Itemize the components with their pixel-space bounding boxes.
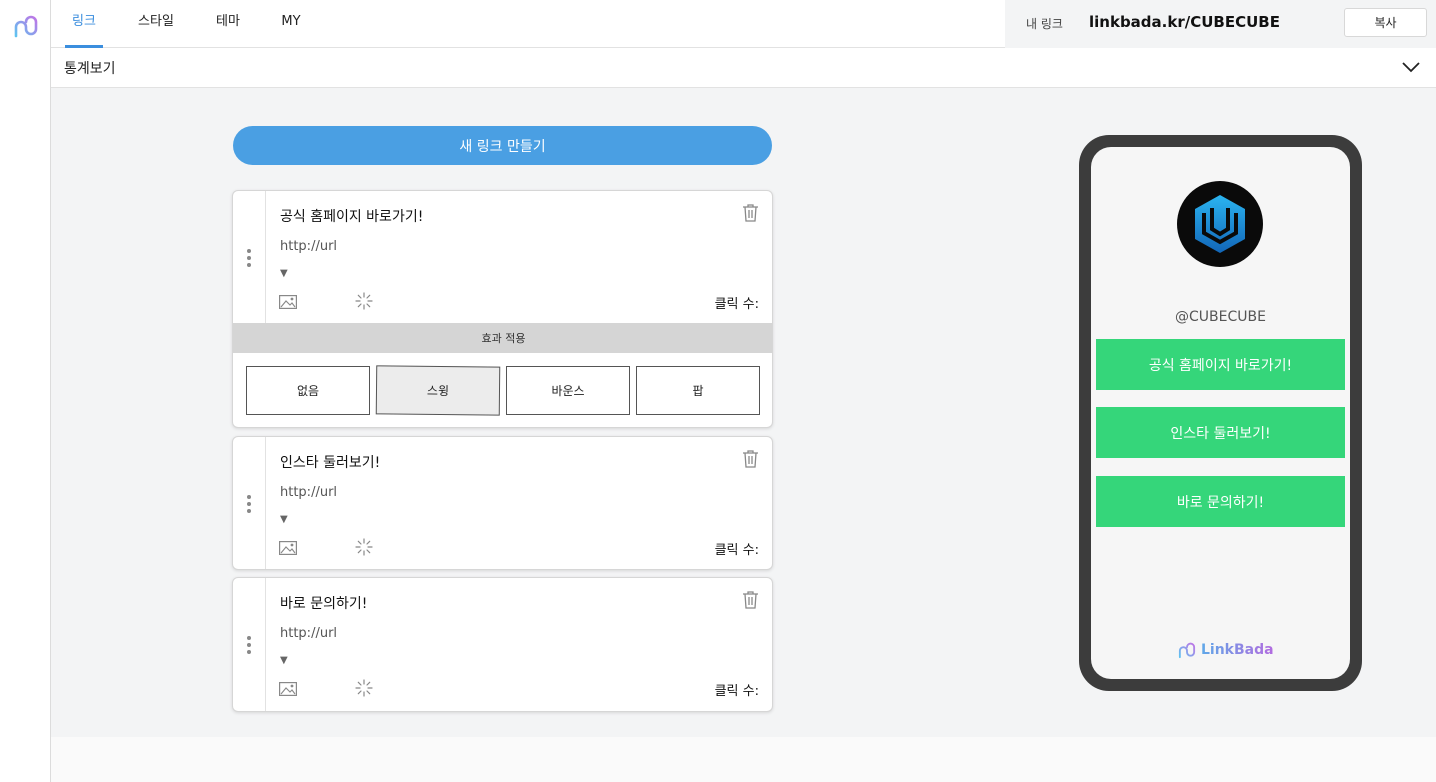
preview-link-button[interactable]: 인스타 둘러보기! (1096, 407, 1345, 458)
phone-preview: @CUBECUBE 공식 홈페이지 바로가기! 인스타 둘러보기! 바로 문의하… (1079, 135, 1362, 691)
click-count: 클릭 수: (714, 543, 759, 558)
effect-sparkle-icon[interactable] (355, 679, 373, 697)
drag-handle[interactable] (233, 578, 266, 711)
brand-name: LinkBada (1201, 642, 1274, 658)
stats-label: 통계보기 (64, 61, 116, 77)
link-url-input[interactable]: http://url (280, 485, 337, 500)
link-title[interactable]: 인스타 둘러보기! (280, 452, 380, 472)
my-link-label: 내 링크 (1026, 17, 1063, 31)
my-link-url: linkbada.kr/CUBECUBE (1089, 13, 1280, 31)
effect-pop-button[interactable]: 팝 (636, 366, 760, 415)
tab-style[interactable]: 스타일 (133, 0, 179, 48)
effect-bounce-button[interactable]: 바운스 (506, 366, 630, 415)
linkbada-logo-icon[interactable] (12, 12, 40, 40)
drag-handle[interactable] (233, 191, 266, 323)
image-icon[interactable] (279, 295, 297, 309)
link-url-input[interactable]: http://url (280, 626, 337, 641)
brand-footer: LinkBada (1177, 639, 1274, 661)
expand-triangle-icon[interactable]: ▼ (280, 655, 288, 666)
link-card: 공식 홈페이지 바로가기! http://url ▼ 클릭 수: 효과 적용 없… (232, 190, 773, 428)
stats-toggle[interactable]: 통계보기 (51, 48, 1436, 88)
click-count: 클릭 수: (714, 684, 759, 699)
effect-none-button[interactable]: 없음 (246, 366, 370, 415)
image-icon[interactable] (279, 682, 297, 696)
link-title[interactable]: 공식 홈페이지 바로가기! (280, 206, 423, 226)
phone-screen: @CUBECUBE 공식 홈페이지 바로가기! 인스타 둘러보기! 바로 문의하… (1091, 147, 1350, 679)
trash-icon[interactable] (742, 590, 759, 609)
linkbada-logo-icon (1178, 642, 1196, 659)
top-nav: 링크 스타일 테마 MY 내 링크 linkbada.kr/CUBECUBE 복… (51, 0, 1436, 48)
effect-sparkle-icon[interactable] (355, 292, 373, 310)
trash-icon[interactable] (742, 449, 759, 468)
sidebar (0, 0, 51, 782)
tab-my[interactable]: MY (275, 0, 307, 48)
drag-handle[interactable] (233, 437, 266, 569)
expand-triangle-icon[interactable]: ▼ (280, 268, 288, 279)
drag-dots-icon (247, 636, 252, 657)
chevron-down-icon[interactable] (1402, 60, 1420, 74)
profile-handle: @CUBECUBE (1175, 309, 1266, 325)
expand-triangle-icon[interactable]: ▼ (280, 514, 288, 525)
click-count: 클릭 수: (714, 297, 759, 312)
copy-button[interactable]: 복사 (1344, 8, 1427, 37)
link-card: 바로 문의하기! http://url ▼ 클릭 수: (232, 577, 773, 712)
drag-dots-icon (247, 495, 252, 516)
drag-dots-icon (247, 249, 252, 270)
tab-theme[interactable]: 테마 (209, 0, 247, 48)
cube-logo-icon (1195, 195, 1245, 253)
preview-link-button[interactable]: 공식 홈페이지 바로가기! (1096, 339, 1345, 390)
my-link-area: 내 링크 linkbada.kr/CUBECUBE 복사 (1005, 0, 1436, 48)
link-url-input[interactable]: http://url (280, 239, 337, 254)
preview-link-button[interactable]: 바로 문의하기! (1096, 476, 1345, 527)
effect-swing-button[interactable]: 스윙 (375, 365, 501, 416)
new-link-button[interactable]: 새 링크 만들기 (233, 126, 772, 165)
effect-sparkle-icon[interactable] (355, 538, 373, 556)
link-title[interactable]: 바로 문의하기! (280, 593, 367, 613)
effect-panel-title: 효과 적용 (233, 323, 772, 353)
bottom-strip (51, 737, 1436, 782)
image-icon[interactable] (279, 541, 297, 555)
tab-links[interactable]: 링크 (65, 0, 103, 48)
link-card: 인스타 둘러보기! http://url ▼ 클릭 수: (232, 436, 773, 570)
avatar (1177, 181, 1263, 267)
trash-icon[interactable] (742, 203, 759, 222)
